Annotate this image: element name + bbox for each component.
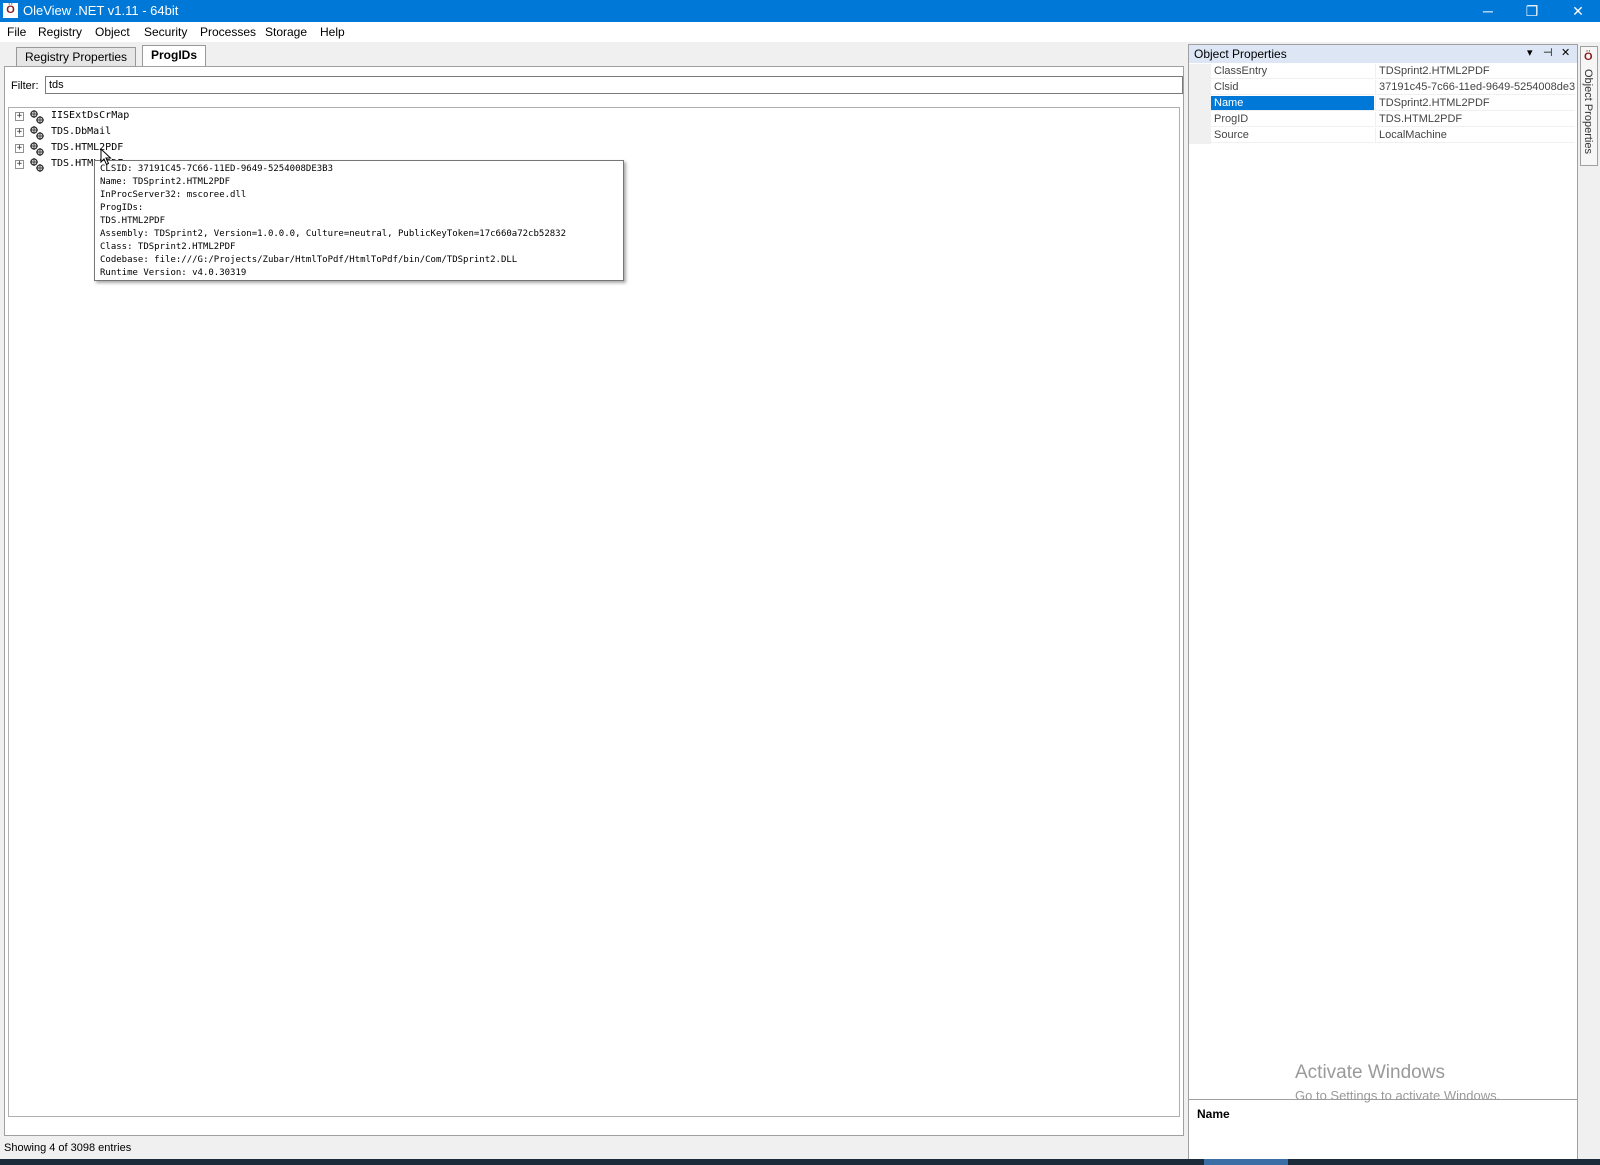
description-title: Name	[1197, 1107, 1230, 1121]
status-bar: Showing 4 of 3098 entries	[4, 1138, 1184, 1158]
panel-dropdown-icon[interactable]: ▾	[1527, 46, 1533, 59]
tree-node-label: IISExtDsCrMap	[51, 110, 130, 121]
watermark-title: Activate Windows	[1295, 1062, 1445, 1083]
property-name[interactable]: ClassEntry	[1211, 64, 1374, 79]
class-node-icon	[30, 142, 44, 156]
menu-bar: File Registry Object Security Processes …	[0, 22, 1600, 42]
property-margin	[1189, 112, 1211, 128]
property-margin	[1189, 64, 1211, 80]
panel-header: Object Properties ▾ ⊣ ✕	[1189, 45, 1577, 63]
tooltip-class: Class: TDSprint2.HTML2PDF	[100, 242, 236, 252]
property-value[interactable]: LocalMachine	[1375, 128, 1575, 143]
property-name[interactable]: ProgID	[1211, 112, 1374, 127]
menu-storage[interactable]: Storage	[265, 25, 307, 39]
tab-progids[interactable]: ProgIDs	[142, 45, 207, 67]
class-node-icon	[30, 126, 44, 140]
property-margin	[1189, 128, 1211, 144]
filter-label: Filter:	[11, 80, 39, 92]
menu-processes[interactable]: Processes	[200, 25, 256, 39]
property-name[interactable]: Source	[1211, 128, 1374, 143]
property-description: Name	[1189, 1099, 1577, 1160]
restore-button[interactable]: ❐	[1510, 0, 1554, 22]
property-row[interactable]: ClassEntry TDSprint2.HTML2PDF	[1189, 64, 1577, 80]
menu-security[interactable]: Security	[144, 25, 187, 39]
property-margin	[1189, 80, 1211, 96]
property-margin	[1189, 96, 1211, 112]
panel-close-icon[interactable]: ✕	[1561, 46, 1570, 59]
side-tab-label: Object Properties	[1582, 69, 1594, 154]
tree-node-label: TDS.HTML2PDF	[51, 142, 124, 153]
menu-object[interactable]: Object	[95, 25, 130, 39]
tooltip-clsid: CLSID: 37191C45-7C66-11ED-9649-5254008DE…	[100, 164, 333, 174]
minimize-button[interactable]: ─	[1466, 0, 1510, 22]
tooltip-assembly: Assembly: TDSprint2, Version=1.0.0.0, Cu…	[100, 229, 566, 239]
property-name[interactable]: Clsid	[1211, 80, 1374, 95]
property-value[interactable]: 37191c45-7c66-11ed-9649-5254008de3b3	[1375, 80, 1575, 95]
taskbar-edge	[0, 1159, 1600, 1165]
mouse-cursor-icon	[100, 148, 112, 166]
restore-icon: ❐	[1525, 3, 1539, 19]
tooltip-codebase: Codebase: file:///G:/Projects/Zubar/Html…	[100, 255, 518, 265]
side-tab-object-properties[interactable]: Ö Object Properties	[1580, 46, 1598, 166]
tooltip-name: Name: TDSprint2.HTML2PDF	[100, 177, 231, 187]
menu-file[interactable]: File	[7, 25, 26, 39]
window-title: OleView .NET v1.11 - 64bit	[23, 3, 179, 18]
status-text: Showing 4 of 3098 entries	[4, 1142, 132, 1154]
taskbar-active-app[interactable]	[1204, 1159, 1288, 1165]
expand-icon[interactable]: +	[15, 160, 24, 169]
tooltip-progid: TDS.HTML2PDF	[100, 216, 166, 226]
property-value[interactable]: TDSprint2.HTML2PDF	[1375, 96, 1575, 111]
activation-watermark: Activate Windows Go to Settings to activ…	[1295, 1062, 1500, 1103]
object-info-tooltip: CLSID: 37191C45-7C66-11ED-9649-5254008DE…	[94, 160, 624, 281]
watermark-subtitle: Go to Settings to activate Windows.	[1295, 1088, 1501, 1103]
panel-pin-icon[interactable]: ⊣	[1543, 46, 1553, 59]
property-value[interactable]: TDSprint2.HTML2PDF	[1375, 64, 1575, 79]
tooltip-progids-heading: ProgIDs:	[100, 203, 144, 213]
expand-icon[interactable]: +	[15, 128, 24, 137]
title-bar: Ö OleView .NET v1.11 - 64bit ─ ❐ ✕	[0, 0, 1600, 22]
oleview-app-icon: Ö	[1584, 51, 1593, 63]
close-window-button[interactable]: ✕	[1556, 0, 1600, 22]
minimize-icon: ─	[1483, 3, 1493, 19]
tab-registry-properties[interactable]: Registry Properties	[16, 47, 137, 66]
document-tabs: Registry Properties ProgIDs	[4, 44, 1184, 67]
expand-icon[interactable]: +	[15, 144, 24, 153]
tree-node-label: TDS.DbMail	[51, 126, 112, 137]
tooltip-runtime-version: Runtime Version: v4.0.30319	[100, 268, 247, 278]
class-node-icon	[30, 158, 44, 172]
close-icon: ✕	[1572, 3, 1584, 19]
oleview-app-icon[interactable]: Ö	[3, 3, 18, 18]
expand-icon[interactable]: +	[15, 112, 24, 121]
property-row[interactable]: Source LocalMachine	[1189, 128, 1577, 144]
panel-title: Object Properties	[1194, 47, 1287, 61]
object-properties-panel: Object Properties ▾ ⊣ ✕ ClassEntry TDSpr…	[1188, 44, 1578, 1160]
menu-registry[interactable]: Registry	[38, 25, 82, 39]
property-row[interactable]: ProgID TDS.HTML2PDF	[1189, 112, 1577, 128]
property-value[interactable]: TDS.HTML2PDF	[1375, 112, 1575, 127]
class-node-icon	[30, 110, 44, 124]
property-row-selected[interactable]: Name TDSprint2.HTML2PDF	[1189, 96, 1577, 112]
menu-help[interactable]: Help	[320, 25, 345, 39]
tooltip-inprocserver: InProcServer32: mscoree.dll	[100, 190, 247, 200]
filter-input[interactable]	[45, 76, 1183, 94]
property-row[interactable]: Clsid 37191c45-7c66-11ed-9649-5254008de3…	[1189, 80, 1577, 96]
property-name[interactable]: Name	[1211, 96, 1374, 111]
